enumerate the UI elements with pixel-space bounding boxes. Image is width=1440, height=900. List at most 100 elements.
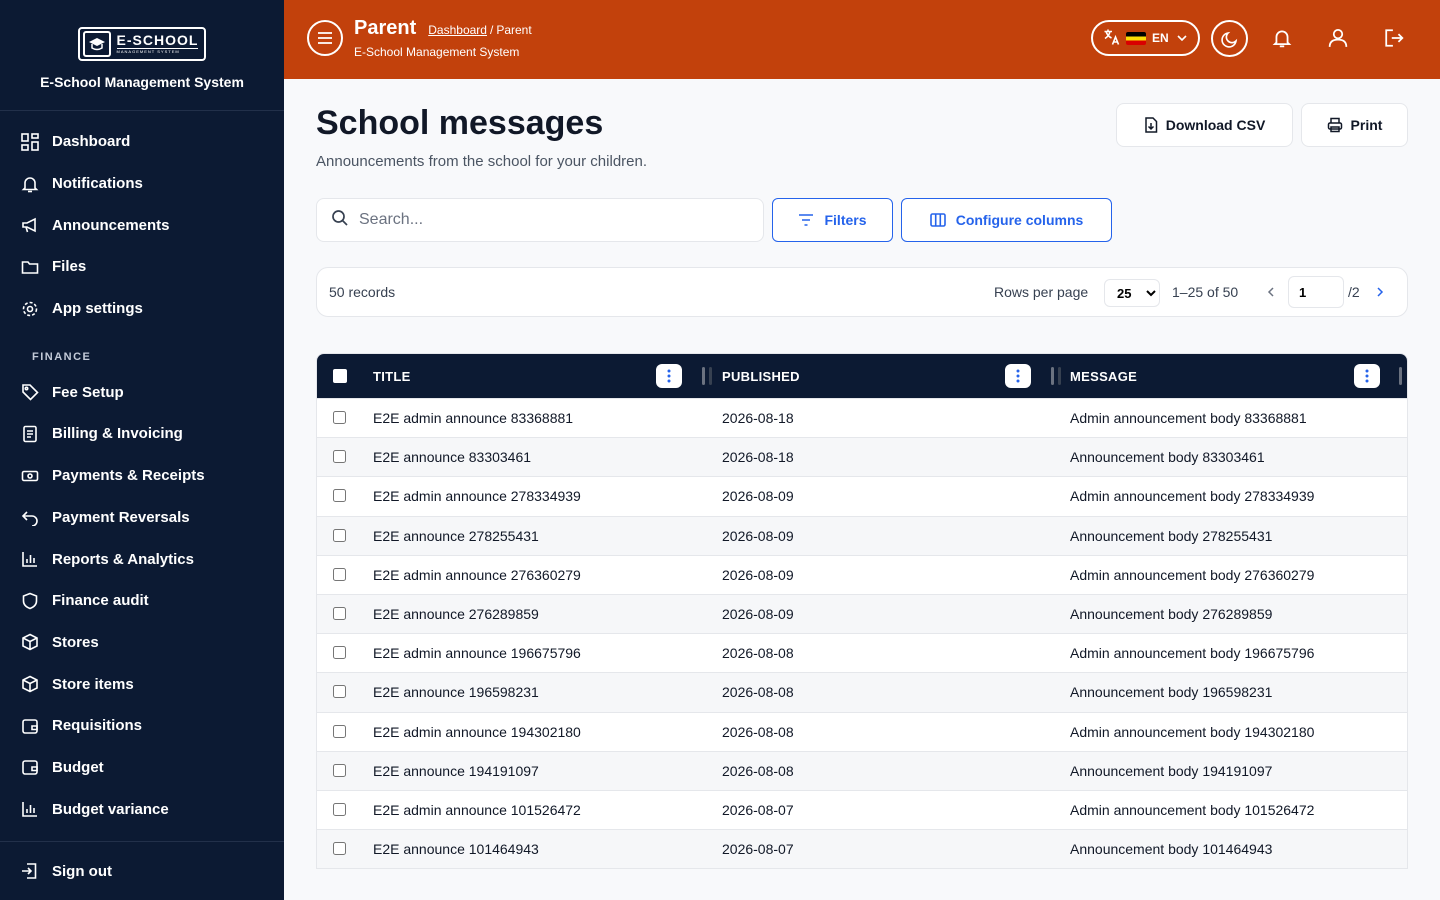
chevron-down-icon <box>1177 35 1187 41</box>
table-row[interactable]: E2E admin announce 101526472 2026-08-07 Ad… <box>317 789 1407 829</box>
column-menu-button[interactable] <box>656 364 682 388</box>
row-checkbox[interactable] <box>333 567 346 581</box>
sidebar-item-dashboard[interactable]: Dashboard <box>0 121 284 163</box>
filters-button[interactable]: Filters <box>772 198 893 242</box>
breadcrumb-current: Parent <box>496 23 532 37</box>
row-checkbox[interactable] <box>333 802 346 816</box>
column-menu-button[interactable] <box>1005 364 1031 388</box>
row-checkbox[interactable] <box>333 489 346 503</box>
sidebar-item-fee-setup[interactable]: Fee Setup <box>0 371 284 413</box>
table-row[interactable]: E2E announce 101464943 2026-08-07 Announce… <box>317 829 1407 869</box>
sidebar-item-finance-audit[interactable]: Finance audit <box>0 580 284 622</box>
rows-per-page-select[interactable]: 25 <box>1104 279 1160 307</box>
sidebar-item-label: Budget variance <box>52 800 169 818</box>
row-checkbox[interactable] <box>333 763 346 777</box>
sidebar-item-label: Billing & Invoicing <box>52 425 183 443</box>
top-bar: Parent Dashboard / Parent E-School Manag… <box>284 0 1440 79</box>
cell-message: Admin announcement body 101526472 <box>1070 801 1315 818</box>
table-row[interactable]: E2E admin announce 194302180 2026-08-08 Ad… <box>317 711 1407 751</box>
previous-page-button[interactable] <box>1262 282 1278 302</box>
configure-columns-button[interactable]: Configure columns <box>901 198 1112 242</box>
pagination-bar: 50 records Rows per page 25 1–25 of 50 /… <box>316 267 1408 317</box>
column-resize-handle[interactable] <box>1051 367 1054 385</box>
select-all-checkbox[interactable] <box>333 369 347 383</box>
row-checkbox[interactable] <box>333 842 346 856</box>
wallet-icon <box>20 757 40 777</box>
dashboard-icon <box>20 132 40 152</box>
bell-icon <box>20 174 40 194</box>
sidebar-item-reports[interactable]: Reports & Analytics <box>0 538 284 580</box>
column-menu-button[interactable] <box>1354 364 1380 388</box>
row-checkbox[interactable] <box>333 528 346 542</box>
sidebar-item-label: Notifications <box>52 175 143 193</box>
sidebar: E-SCHOOL MANAGEMENT SYSTEM E-School Mana… <box>0 0 284 900</box>
search-input[interactable] <box>359 211 739 229</box>
row-checkbox[interactable] <box>333 411 346 424</box>
search-icon <box>331 209 349 232</box>
sidebar-item-stores[interactable]: Stores <box>0 622 284 664</box>
row-checkbox[interactable] <box>333 450 346 464</box>
download-csv-button[interactable]: Download CSV <box>1116 103 1293 147</box>
cell-message: Admin announcement body 194302180 <box>1070 723 1315 740</box>
row-checkbox[interactable] <box>333 685 346 699</box>
cell-title: E2E admin announce 101526472 <box>373 801 581 818</box>
sidebar-item-files[interactable]: Files <box>0 246 284 288</box>
next-page-button[interactable] <box>1372 282 1388 302</box>
notifications-button[interactable] <box>1270 26 1294 50</box>
language-selector[interactable]: EN <box>1091 20 1200 56</box>
column-resize-handle[interactable] <box>1399 367 1402 385</box>
sidebar-item-requisitions[interactable]: Requisitions <box>0 705 284 747</box>
translate-icon <box>1103 28 1121 49</box>
sidebar-item-notifications[interactable]: Notifications <box>0 163 284 205</box>
box-icon <box>20 674 40 694</box>
cell-title: E2E announce 278255431 <box>373 527 539 544</box>
sidebar-item-budget-variance[interactable]: Budget variance <box>0 788 284 830</box>
row-checkbox[interactable] <box>333 606 346 620</box>
cell-published: 2026-08-08 <box>722 762 794 779</box>
table-row[interactable]: E2E announce 276289859 2026-08-09 Announce… <box>317 593 1407 634</box>
bar-chart-icon <box>20 549 40 569</box>
row-checkbox[interactable] <box>333 646 346 660</box>
sign-out-button[interactable]: Sign out <box>0 841 284 900</box>
sidebar-item-payments[interactable]: Payments & Receipts <box>0 455 284 497</box>
table-row[interactable]: E2E announce 278255431 2026-08-09 Announce… <box>317 515 1407 555</box>
theme-toggle-button[interactable] <box>1211 20 1248 57</box>
profile-button[interactable] <box>1326 26 1350 50</box>
sidebar-item-billing[interactable]: Billing & Invoicing <box>0 413 284 455</box>
print-button[interactable]: Print <box>1301 103 1408 147</box>
row-checkbox[interactable] <box>333 724 346 738</box>
logo-sub-text: MANAGEMENT SYSTEM <box>116 48 199 55</box>
cell-title: E2E admin announce 196675796 <box>373 645 581 662</box>
print-label: Print <box>1350 117 1383 133</box>
sidebar-nav: Dashboard Notifications Announcements Fi… <box>0 111 284 830</box>
table-row[interactable]: E2E announce 196598231 2026-08-08 Announce… <box>317 672 1407 712</box>
table-row[interactable]: E2E admin announce 276360279 2026-08-09 Ad… <box>317 554 1407 594</box>
table-row[interactable]: E2E admin announce 278334939 2026-08-09 Ad… <box>317 476 1407 515</box>
column-header-published[interactable]: PUBLISHED <box>722 354 800 398</box>
page-number-input[interactable] <box>1288 276 1344 308</box>
chevron-left-icon <box>1267 287 1274 297</box>
cell-published: 2026-08-08 <box>722 645 794 662</box>
rows-per-page-label: Rows per page <box>994 284 1089 300</box>
table-row[interactable]: E2E admin announce 196675796 2026-08-08 Ad… <box>317 633 1407 672</box>
column-header-message[interactable]: MESSAGE <box>1070 354 1137 398</box>
sidebar-item-payment-reversals[interactable]: Payment Reversals <box>0 497 284 539</box>
sidebar-item-app-settings[interactable]: App settings <box>0 288 284 330</box>
column-resize-handle[interactable] <box>702 367 705 385</box>
sidebar-item-store-items[interactable]: Store items <box>0 663 284 705</box>
menu-toggle-button[interactable] <box>307 20 343 56</box>
table-header: TITLE PUBLISHED MESSAGE <box>317 354 1407 398</box>
column-header-title[interactable]: TITLE <box>373 354 411 398</box>
logo-main-text: E-SCHOOL <box>116 32 199 48</box>
logout-button[interactable] <box>1382 26 1406 50</box>
column-divider <box>709 367 712 385</box>
filters-label: Filters <box>824 212 867 228</box>
breadcrumb-separator: / <box>489 23 494 37</box>
cell-published: 2026-08-08 <box>722 684 794 701</box>
sidebar-item-announcements[interactable]: Announcements <box>0 204 284 246</box>
table-row[interactable]: E2E admin announce 83368881 2026-08-18 Adm… <box>317 398 1407 437</box>
breadcrumb-link-dashboard[interactable]: Dashboard <box>428 23 487 37</box>
table-row[interactable]: E2E announce 83303461 2026-08-18 Announcem… <box>317 437 1407 477</box>
sidebar-item-budget[interactable]: Budget <box>0 747 284 789</box>
table-row[interactable]: E2E announce 194191097 2026-08-08 Announce… <box>317 750 1407 790</box>
